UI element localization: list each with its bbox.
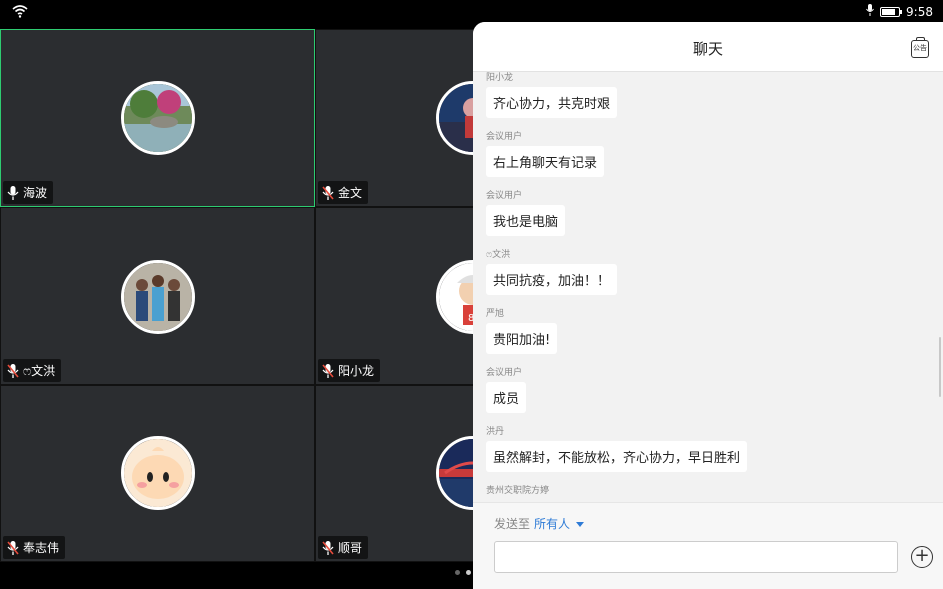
- message-sender: 会议用户: [486, 368, 523, 378]
- add-icon[interactable]: +: [911, 546, 933, 568]
- page-dot-active: [466, 570, 471, 575]
- chat-message: 洪丹 虽然解封，不能放松，齐心协力，早日胜利: [486, 424, 748, 472]
- participant-name-tag: 金文: [318, 181, 369, 204]
- message-sender: 会议用户: [486, 191, 523, 201]
- chat-input[interactable]: [494, 541, 898, 573]
- message-bubble[interactable]: 虽然解封，不能放松，齐心协力，早日胜利: [486, 441, 748, 472]
- message-sender: ෆ文洪: [486, 250, 511, 260]
- chat-title: 聊天: [692, 40, 723, 58]
- send-to-label: 发送至: [494, 517, 531, 531]
- message-bubble[interactable]: 我也是电脑: [486, 205, 566, 236]
- microphone-muted-icon: [322, 185, 334, 200]
- chat-message: 严旭 贵阳加油!: [486, 306, 558, 354]
- microphone-muted-icon: [322, 540, 334, 555]
- scrollbar[interactable]: [939, 337, 941, 397]
- participant-name: 阳小龙: [338, 364, 375, 378]
- message-bubble[interactable]: 成员: [486, 382, 527, 413]
- page-dot: [455, 570, 460, 575]
- send-to-selector[interactable]: 发送至 所有人: [494, 515, 585, 532]
- chat-message: 会议用户 右上角聊天有记录: [486, 129, 605, 177]
- participant-tile[interactable]: ෆ文洪: [0, 207, 315, 385]
- participant-tile[interactable]: 奉志伟: [0, 385, 315, 562]
- participant-name-tag: ෆ文洪: [3, 359, 62, 382]
- message-sender: 会议用户: [486, 132, 523, 142]
- chat-header: 聊天 公告: [473, 22, 943, 72]
- participant-name-tag: 奉志伟: [3, 536, 66, 559]
- participant-name-tag: 顺哥: [318, 536, 369, 559]
- page-indicator[interactable]: [455, 570, 471, 575]
- chat-message: 会议用户 成员: [486, 365, 527, 413]
- microphone-icon: [7, 185, 19, 200]
- message-sender: 洪丹: [486, 427, 505, 437]
- chat-message: ෆ文洪 共同抗疫，加油！！: [486, 247, 618, 295]
- send-to-target[interactable]: 所有人: [534, 517, 570, 531]
- message-sender: 贵州交职院方婷: [486, 486, 550, 496]
- message-sender: 阳小龙: [486, 73, 514, 83]
- battery-icon: [880, 6, 903, 17]
- participant-tile[interactable]: 海波: [0, 29, 315, 207]
- avatar: [121, 81, 195, 155]
- status-bar: 9:58: [0, 0, 943, 24]
- avatar: [121, 436, 195, 510]
- message-bubble[interactable]: 共同抗疫，加油！！: [486, 264, 618, 295]
- participant-name: ෆ文洪: [23, 364, 56, 378]
- chat-message: 会议用户 我也是电脑: [486, 188, 566, 236]
- microphone-muted-icon: [7, 540, 19, 555]
- participant-name: 奉志伟: [23, 541, 60, 555]
- chat-message: 阳小龙 齐心协力，共克时艰: [486, 72, 618, 118]
- avatar: [121, 260, 195, 334]
- wifi-icon: [12, 4, 28, 21]
- chat-message: 贵州交职院方婷: [486, 483, 549, 496]
- notice-board-icon[interactable]: 公告: [911, 37, 929, 58]
- participant-name: 金文: [338, 186, 363, 200]
- microphone-muted-icon: [7, 363, 19, 378]
- message-bubble[interactable]: 齐心协力，共克时艰: [486, 87, 618, 118]
- participant-name: 海波: [23, 186, 48, 200]
- mic-status-icon: [866, 4, 874, 19]
- participant-name-tag: 阳小龙: [318, 359, 381, 382]
- compose-area: 发送至 所有人 +: [473, 502, 943, 589]
- message-sender: 严旭: [486, 309, 505, 319]
- participant-name: 顺哥: [338, 541, 363, 555]
- message-list[interactable]: 阳小龙 齐心协力，共克时艰 会议用户 右上角聊天有记录 会议用户 我也是电脑 ෆ…: [473, 72, 943, 502]
- chat-panel: 聊天 公告 阳小龙 齐心协力，共克时艰 会议用户 右上角聊天有记录 会议用户 我…: [473, 22, 943, 589]
- clock: 9:58: [906, 4, 933, 19]
- microphone-muted-icon: [322, 363, 334, 378]
- caret-down-icon[interactable]: [576, 522, 585, 527]
- participant-name-tag: 海波: [3, 181, 54, 204]
- message-bubble[interactable]: 贵阳加油!: [486, 323, 558, 354]
- message-bubble[interactable]: 右上角聊天有记录: [486, 146, 605, 177]
